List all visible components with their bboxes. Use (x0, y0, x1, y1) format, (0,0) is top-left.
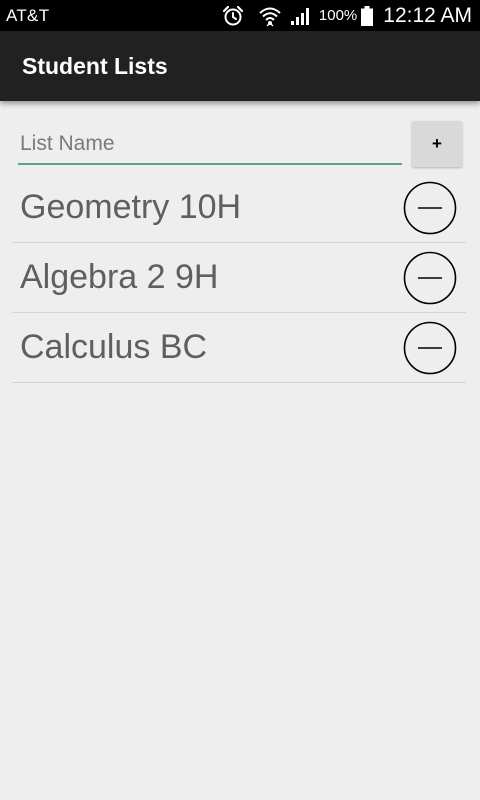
minus-circle-icon (403, 181, 457, 234)
list-item[interactable]: Algebra 2 9H (12, 243, 466, 313)
list-item[interactable]: Calculus BC (12, 313, 466, 383)
minus-circle-icon (403, 321, 457, 374)
page-title: Student Lists (22, 52, 168, 79)
student-list: Geometry 10H Algebra 2 9H Calculus BC (12, 173, 466, 383)
signal-icon (290, 7, 309, 25)
list-item-label: Algebra 2 9H (20, 258, 219, 296)
alarm-clock-icon (222, 5, 243, 25)
remove-list-button[interactable] (403, 181, 457, 235)
main-content: + Geometry 10H Algebra 2 9H Calculus BC (0, 101, 480, 800)
add-list-button[interactable]: + (412, 121, 462, 167)
list-item-label: Geometry 10H (20, 188, 242, 226)
remove-list-button[interactable] (403, 321, 457, 375)
battery-percent: 100% (318, 7, 358, 24)
minus-circle-icon (403, 251, 457, 304)
list-item-label: Calculus BC (20, 328, 208, 366)
action-bar: Student Lists (0, 31, 480, 101)
status-clock: 12:12 AM (383, 3, 472, 27)
wifi-icon (259, 7, 281, 26)
carrier-label: AT&T (6, 5, 50, 25)
status-bar: AT&T 100% 12:12 AM (0, 0, 480, 31)
remove-list-button[interactable] (403, 251, 457, 305)
status-icons: 100% 12:12 AM (222, 0, 472, 31)
battery-icon (361, 5, 374, 26)
list-name-input[interactable] (18, 125, 402, 165)
new-list-row: + (18, 121, 464, 171)
list-item[interactable]: Geometry 10H (12, 173, 466, 243)
